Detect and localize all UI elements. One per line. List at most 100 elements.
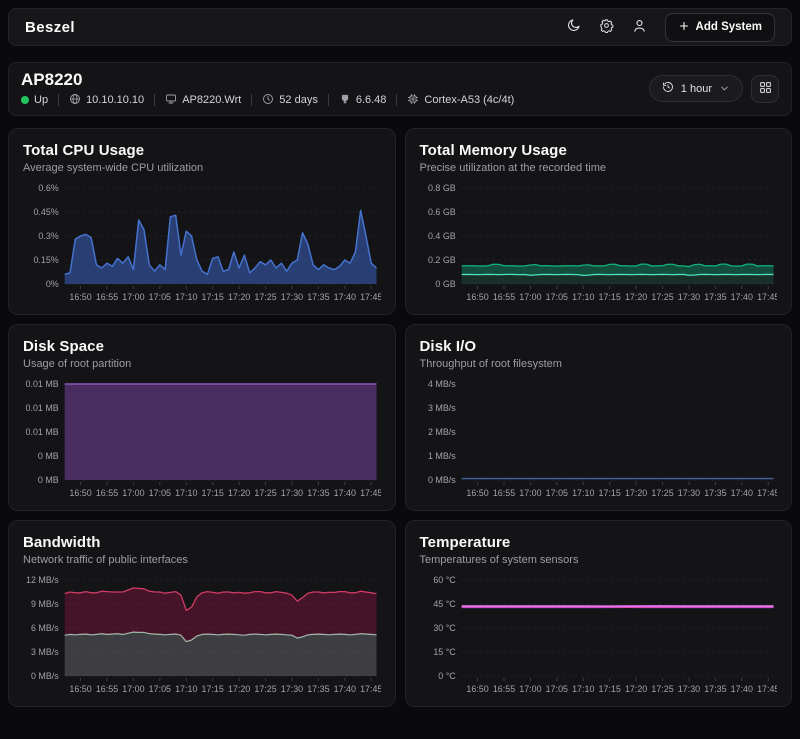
layout-grid-button[interactable] [751,75,779,103]
hostname-item: AP8220.Wrt [165,93,241,108]
chart-subtitle: Usage of root partition [23,358,381,370]
chart-title: Total CPU Usage [23,142,381,159]
time-range-select[interactable]: 1 hour [649,75,743,102]
divider [251,94,252,106]
svg-text:30 °C: 30 °C [433,623,456,633]
svg-text:17:10: 17:10 [175,488,197,498]
svg-text:17:40: 17:40 [334,488,356,498]
cpu-model-value: Cortex-A53 (4c/4t) [424,94,514,106]
svg-text:0 GB: 0 GB [435,279,455,289]
svg-text:16:50: 16:50 [466,292,488,302]
svg-text:16:50: 16:50 [69,488,91,498]
svg-text:17:15: 17:15 [598,488,620,498]
divider [396,94,397,106]
add-system-label: Add System [696,21,762,33]
svg-text:15 °C: 15 °C [433,647,456,657]
svg-text:0 MB: 0 MB [38,451,59,461]
svg-text:17:35: 17:35 [704,684,726,694]
memory-usage-chart[interactable]: 0 GB0.2 GB0.4 GB0.6 GB0.8 GB16:5016:5517… [420,184,778,308]
kernel-item: 6.6.48 [339,93,387,108]
svg-text:17:30: 17:30 [281,684,303,694]
user-menu-button[interactable] [632,18,647,36]
chart-card-disk-space: Disk Space Usage of root partition 0 MB 0… [8,324,396,511]
svg-text:17:05: 17:05 [149,488,171,498]
svg-text:17:05: 17:05 [545,684,567,694]
svg-text:0.6%: 0.6% [38,184,58,193]
svg-text:17:25: 17:25 [651,684,673,694]
disk-space-chart[interactable]: 0 MB0 MB0.01 MB0.01 MB0.01 MB16:5016:551… [23,380,381,504]
chart-title: Total Memory Usage [420,142,778,159]
cpu-usage-chart[interactable]: 0%0.15%0.3%0.45%0.6%16:5016:5517:0017:05… [23,184,381,308]
svg-text:0.01 MB: 0.01 MB [26,380,59,389]
svg-text:0.15%: 0.15% [33,255,58,265]
svg-text:16:55: 16:55 [492,488,514,498]
svg-text:17:40: 17:40 [334,684,356,694]
disk-io-chart[interactable]: 0 MB/s1 MB/s2 MB/s3 MB/s4 MB/s16:5016:55… [420,380,778,504]
svg-text:17:25: 17:25 [651,292,673,302]
system-meta-row: Up 10.10.10.10 AP8220.Wrt [21,93,514,108]
svg-text:0.2 GB: 0.2 GB [427,255,455,265]
svg-text:17:00: 17:00 [122,292,144,302]
svg-text:16:55: 16:55 [96,488,118,498]
svg-text:0 MB/s: 0 MB/s [31,671,59,681]
chart-title: Bandwidth [23,534,381,551]
svg-text:17:40: 17:40 [730,292,752,302]
svg-text:17:15: 17:15 [202,292,224,302]
svg-text:16:55: 16:55 [492,684,514,694]
chart-subtitle: Temperatures of system sensors [420,554,778,566]
user-icon [632,18,647,36]
kernel-value: 6.6.48 [356,94,387,106]
divider [328,94,329,106]
svg-text:17:45: 17:45 [360,684,380,694]
svg-text:17:00: 17:00 [519,684,541,694]
svg-text:17:00: 17:00 [519,488,541,498]
svg-text:16:55: 16:55 [96,684,118,694]
svg-text:17:30: 17:30 [677,292,699,302]
svg-text:17:45: 17:45 [757,488,777,498]
status-dot [21,96,29,104]
system-info: AP8220 Up 10.10.10.10 AP8220.Wrt [21,70,514,108]
add-system-button[interactable]: Add System [665,13,775,42]
svg-text:2 MB/s: 2 MB/s [427,427,455,437]
svg-text:17:20: 17:20 [624,292,646,302]
svg-text:17:30: 17:30 [281,292,303,302]
github-icon [339,93,351,108]
svg-text:0 MB/s: 0 MB/s [427,475,455,485]
settings-button[interactable] [599,18,614,36]
plus-icon [678,20,690,35]
temperature-chart[interactable]: 0 °C15 °C30 °C45 °C60 °C16:5016:5517:001… [420,576,778,700]
theme-toggle-button[interactable] [566,18,581,36]
chart-title: Temperature [420,534,778,551]
chevron-down-icon [719,83,730,94]
svg-text:17:25: 17:25 [651,488,673,498]
svg-text:17:35: 17:35 [307,684,329,694]
uptime-item: 52 days [262,93,318,108]
chart-title: Disk Space [23,338,381,355]
svg-text:17:20: 17:20 [228,488,250,498]
bandwidth-chart[interactable]: 0 MB/s3 MB/s6 MB/s9 MB/s12 MB/s16:5016:5… [23,576,381,700]
chart-title: Disk I/O [420,338,778,355]
svg-text:17:20: 17:20 [228,684,250,694]
svg-text:3 MB/s: 3 MB/s [31,647,59,657]
chart-subtitle: Throughput of root filesystem [420,358,778,370]
svg-text:9 MB/s: 9 MB/s [31,599,59,609]
svg-text:3 MB/s: 3 MB/s [427,403,455,413]
navbar-actions: Add System [566,13,775,42]
chart-card-disk-io: Disk I/O Throughput of root filesystem 0… [405,324,793,511]
svg-text:17:40: 17:40 [730,488,752,498]
svg-text:45 °C: 45 °C [433,599,456,609]
svg-text:17:35: 17:35 [307,292,329,302]
svg-text:4 MB/s: 4 MB/s [427,380,455,389]
history-icon [662,81,674,96]
svg-text:17:20: 17:20 [624,488,646,498]
chart-subtitle: Network traffic of public interfaces [23,554,381,566]
brand-logo: Beszel [25,19,75,36]
chart-card-bandwidth: Bandwidth Network traffic of public inte… [8,520,396,707]
svg-text:0.3%: 0.3% [38,231,58,241]
moon-icon [566,18,581,36]
svg-text:17:25: 17:25 [254,488,276,498]
svg-text:17:20: 17:20 [228,292,250,302]
svg-text:0.6 GB: 0.6 GB [427,207,455,217]
svg-text:16:50: 16:50 [466,684,488,694]
svg-text:17:30: 17:30 [281,488,303,498]
